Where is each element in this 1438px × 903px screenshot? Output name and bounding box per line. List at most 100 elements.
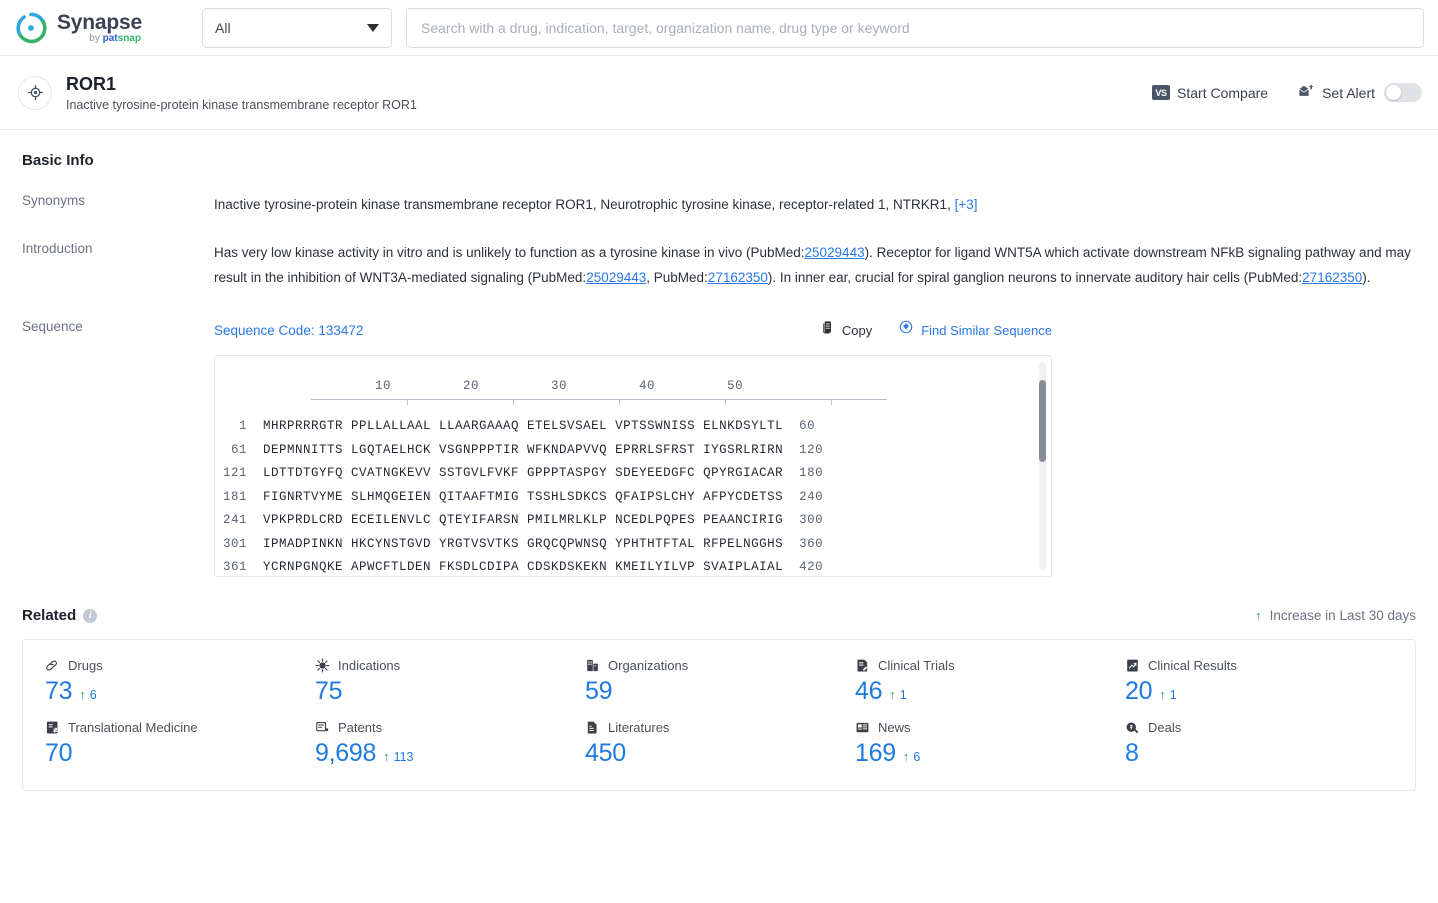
ruler-tick: [831, 400, 833, 405]
stat-value[interactable]: 450: [585, 739, 855, 768]
stat-value[interactable]: 20 ↑ 1: [1125, 677, 1395, 706]
stat-value[interactable]: 73 ↑ 6: [45, 677, 315, 706]
related-heading: Related i: [22, 607, 98, 624]
versus-icon: VS: [1152, 85, 1171, 100]
stat-label-text: Clinical Results: [1148, 658, 1237, 673]
pubmed-link-1[interactable]: 25029443: [805, 245, 865, 260]
stat-label-text: Clinical Trials: [878, 658, 955, 673]
related-stat-clinical-results[interactable]: Clinical Results 20 ↑ 1: [1125, 658, 1395, 706]
synapse-logo-icon: [14, 11, 48, 45]
brand-name: Synapse: [57, 10, 142, 34]
related-header: Related i ↑ Increase in Last 30 days: [22, 607, 1416, 624]
search-field-wrapper: [406, 7, 1424, 48]
ruler-tick: [407, 400, 409, 405]
sequence-end-index: 240: [783, 489, 824, 504]
chevron-down-icon: [367, 23, 379, 32]
stat-value[interactable]: 75: [315, 677, 585, 706]
increase-arrow-icon: ↑: [889, 687, 896, 702]
search-input[interactable]: [406, 7, 1424, 48]
sequence-scroll-area: 10 20 30 40 50 1 MHRPRRRGTR PPLLALLAAL L…: [215, 356, 1051, 576]
stat-label: Indications: [315, 658, 585, 673]
page-title: ROR1: [66, 73, 117, 94]
sequence-start-index: 121: [215, 466, 264, 480]
set-alert-toggle[interactable]: [1384, 83, 1422, 102]
stat-label: News: [855, 720, 1125, 735]
deals-icon: [1125, 720, 1140, 735]
sequence-rows: 1 MHRPRRRGTR PPLLALLAAL LLAARGAAAQ ETELS…: [215, 415, 1051, 576]
sequence-row: 181 FIGNRTVYME SLHMQGEIEN QITAAFTMIG TSS…: [215, 486, 1051, 510]
stat-value[interactable]: 169 ↑ 6: [855, 739, 1125, 768]
stat-value[interactable]: 8: [1125, 739, 1395, 768]
sequence-viewer[interactable]: 10 20 30 40 50 1 MHRPRRRGTR PPLLALLAAL L…: [214, 355, 1052, 577]
brand-snap-text: snap: [117, 32, 141, 44]
stat-number: 73: [45, 677, 73, 705]
synonyms-value: Inactive tyrosine-protein kinase transme…: [214, 192, 1416, 217]
info-icon[interactable]: i: [83, 608, 98, 623]
related-stat-news[interactable]: News 169 ↑ 6: [855, 720, 1125, 768]
pubmed-link-3[interactable]: 27162350: [708, 270, 768, 285]
set-alert-control[interactable]: Set Alert: [1298, 83, 1422, 103]
find-similar-sequence-button[interactable]: Find Similar Sequence: [898, 318, 1052, 343]
translational-icon: [45, 720, 60, 735]
entity-header-actions: VS Start Compare Set Alert: [1152, 83, 1422, 103]
related-stat-indications[interactable]: Indications 75: [315, 658, 585, 706]
stat-value[interactable]: 9,698 ↑ 113: [315, 739, 585, 768]
find-similar-label: Find Similar Sequence: [921, 323, 1052, 338]
brand-logo-area[interactable]: Synapse by patsnap: [14, 11, 174, 45]
start-compare-label: Start Compare: [1177, 84, 1269, 101]
stat-label: Literatures: [585, 720, 855, 735]
pubmed-link-2[interactable]: 25029443: [586, 270, 646, 285]
sequence-residues: MHRPRRRGTR PPLLALLAAL LLAARGAAAQ ETELSVS…: [263, 419, 784, 433]
introduction-row: Introduction Has very low kinase activit…: [22, 240, 1416, 290]
pubmed-link-4[interactable]: 27162350: [1302, 270, 1362, 285]
increase-arrow-icon: ↑: [1255, 608, 1262, 623]
stat-number: 8: [1125, 739, 1139, 767]
related-stats-card: Drugs 73 ↑ 6 Indications 75 Organizations 59 Cli…: [22, 639, 1416, 791]
sequence-end-index: 420: [783, 560, 824, 574]
synonyms-more-link[interactable]: [+3]: [955, 197, 978, 212]
sequence-scrollbar-track[interactable]: [1039, 362, 1046, 570]
sequence-residues: DEPMNNITTS LGQTAELHCK VSGNPPPTIR WFKNDAP…: [263, 442, 784, 457]
stat-delta-number: 6: [913, 750, 921, 764]
stat-number: 75: [315, 677, 343, 705]
news-icon: [855, 720, 870, 735]
related-stat-translational-medicine[interactable]: Translational Medicine 70: [45, 720, 315, 768]
sequence-start-index: 241: [215, 513, 264, 527]
entity-title-block: ROR1 Inactive tyrosine-protein kinase tr…: [66, 73, 1152, 113]
entity-description: Inactive tyrosine-protein kinase transme…: [66, 98, 417, 113]
sequence-row: 1 MHRPRRRGTR PPLLALLAAL LLAARGAAAQ ETELS…: [215, 415, 1051, 439]
copy-sequence-button[interactable]: Copy: [820, 318, 872, 343]
sequence-start-index: 361: [215, 560, 264, 574]
stat-value[interactable]: 59: [585, 677, 855, 706]
sequence-residues: VPKPRDLCRD ECEILENVLC QTEYIFARSN PMILMRL…: [263, 513, 784, 527]
stat-value[interactable]: 46 ↑ 1: [855, 677, 1125, 706]
related-stat-literatures[interactable]: Literatures 450: [585, 720, 855, 768]
patent-icon: [315, 720, 330, 735]
stat-delta: ↑ 113: [383, 749, 413, 764]
start-compare-button[interactable]: VS Start Compare: [1152, 85, 1268, 101]
synonyms-label: Synonyms: [22, 193, 86, 208]
sequence-scrollbar-thumb[interactable]: [1039, 380, 1046, 462]
sequence-code-link[interactable]: Sequence Code: 133472: [214, 318, 363, 343]
introduction-label: Introduction: [22, 241, 93, 256]
stat-label-text: News: [878, 720, 911, 735]
related-stat-deals[interactable]: Deals 8: [1125, 720, 1395, 768]
related-stat-clinical-trials[interactable]: Clinical Trials 46 ↑ 1: [855, 658, 1125, 706]
stat-label: Clinical Results: [1125, 658, 1395, 673]
sequence-row: 61 DEPMNNITTS LGQTAELHCK VSGNPPPTIR WFKN…: [215, 439, 1051, 463]
search-scope-dropdown[interactable]: All: [202, 7, 392, 48]
sequence-row: 361 YCRNPGNQKE APWCFTLDEN FKSDLCDIPA CDS…: [215, 556, 1051, 576]
increase-legend: ↑ Increase in Last 30 days: [1255, 608, 1416, 623]
stat-number: 70: [45, 739, 73, 767]
basic-info-heading: Basic Info: [22, 152, 1416, 169]
increase-arrow-icon: ↑: [79, 687, 86, 702]
related-stat-drugs[interactable]: Drugs 73 ↑ 6: [45, 658, 315, 706]
stat-number: 169: [855, 739, 896, 767]
related-stat-organizations[interactable]: Organizations 59: [585, 658, 855, 706]
stat-value[interactable]: 70: [45, 739, 315, 768]
increase-legend-label: Increase in Last 30 days: [1269, 608, 1416, 623]
trial-icon: [855, 658, 870, 673]
synonyms-text: Inactive tyrosine-protein kinase transme…: [214, 197, 951, 212]
related-stat-patents[interactable]: Patents 9,698 ↑ 113: [315, 720, 585, 768]
increase-arrow-icon: ↑: [902, 749, 910, 764]
